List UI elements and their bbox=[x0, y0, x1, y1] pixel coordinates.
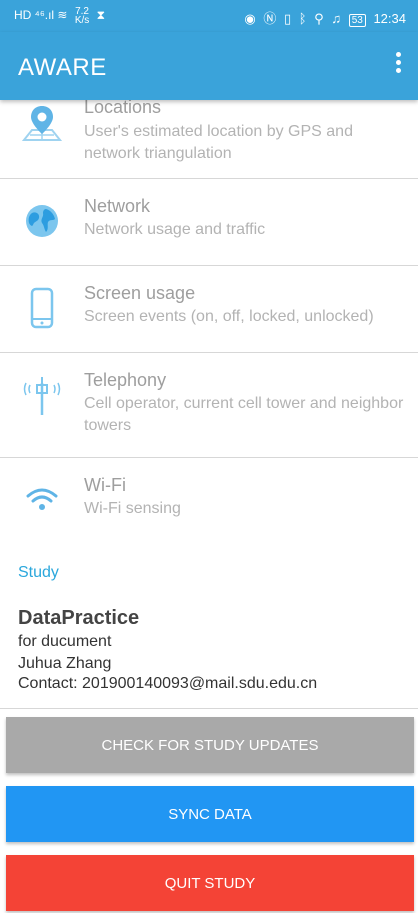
location-icon: ⚲ bbox=[314, 11, 324, 26]
sensor-item-locations[interactable]: Locations User's estimated location by G… bbox=[0, 88, 418, 179]
study-description: for ducument bbox=[18, 633, 112, 650]
study-section-header: Study bbox=[18, 564, 59, 581]
status-left: HD ⁴⁶.ıl ≋ 7.2 K/s ⧗ bbox=[10, 6, 106, 26]
sensor-title: Telephony bbox=[84, 370, 167, 390]
sensor-item-wifi[interactable]: Wi-Fi Wi-Fi sensing bbox=[0, 458, 418, 544]
sensor-title: Network bbox=[84, 196, 151, 216]
overflow-menu-icon[interactable] bbox=[392, 50, 404, 80]
sensor-item-screen-usage[interactable]: Screen usage Screen events (on, off, loc… bbox=[0, 266, 418, 353]
sync-data-button[interactable]: SYNC DATA bbox=[6, 786, 414, 842]
sensor-title: Screen usage bbox=[84, 283, 196, 303]
eye-icon: ◉ bbox=[244, 11, 256, 26]
sensor-description: User's estimated location by GPS and net… bbox=[84, 123, 353, 162]
phone-screen-icon bbox=[30, 287, 54, 329]
app-title: AWARE bbox=[18, 54, 107, 81]
sensor-list: Locations User's estimated location by G… bbox=[0, 88, 418, 544]
wifi-icon bbox=[26, 488, 58, 510]
study-owner: Juhua Zhang bbox=[18, 655, 112, 672]
globe-icon bbox=[26, 205, 58, 237]
study-contact: Contact: 201900140093@mail.sdu.edu.cn bbox=[18, 675, 318, 692]
bluetooth-icon: ᛒ bbox=[298, 11, 307, 26]
clock: 12:34 bbox=[373, 11, 406, 26]
status-right: ◉ Ⓝ ▯ ᛒ ⚲ ♫ 53 12:34 bbox=[240, 8, 406, 27]
status-bar: HD ⁴⁶.ıl ≋ 7.2 K/s ⧗ ◉ Ⓝ ▯ ᛒ ⚲ ♫ 53 12:3… bbox=[0, 0, 418, 32]
sensor-description: Screen events (on, off, locked, unlocked… bbox=[84, 308, 374, 325]
hourglass-icon: ⧗ bbox=[96, 8, 106, 23]
divider bbox=[0, 708, 418, 709]
battery-icon: 53 bbox=[348, 14, 366, 27]
study-name: DataPractice bbox=[18, 607, 140, 629]
sensor-description: Cell operator, current cell tower and ne… bbox=[84, 395, 404, 434]
vibrate-icon: ▯ bbox=[283, 11, 292, 26]
sensor-title: Locations bbox=[84, 97, 162, 117]
sensor-description: Network usage and traffic bbox=[84, 221, 266, 238]
app-bar: AWARE bbox=[0, 32, 418, 100]
cell-tower-icon bbox=[23, 377, 61, 415]
quit-study-button[interactable]: QUIT STUDY bbox=[6, 855, 414, 911]
nfc-icon: Ⓝ bbox=[263, 11, 277, 26]
network-status-icons: HD ⁴⁶.ıl ≋ bbox=[14, 8, 68, 23]
sensor-description: Wi-Fi sensing bbox=[84, 500, 181, 517]
sensor-title: Wi-Fi bbox=[84, 475, 126, 495]
sensor-item-telephony[interactable]: Telephony Cell operator, current cell to… bbox=[0, 353, 418, 458]
check-study-updates-button[interactable]: CHECK FOR STUDY UPDATES bbox=[6, 717, 414, 773]
mute-icon: ♫ bbox=[331, 11, 342, 26]
sensor-item-network[interactable]: Network Network usage and traffic bbox=[0, 179, 418, 266]
network-speed: 7.2 K/s bbox=[74, 6, 90, 26]
location-pin-icon bbox=[21, 106, 63, 141]
